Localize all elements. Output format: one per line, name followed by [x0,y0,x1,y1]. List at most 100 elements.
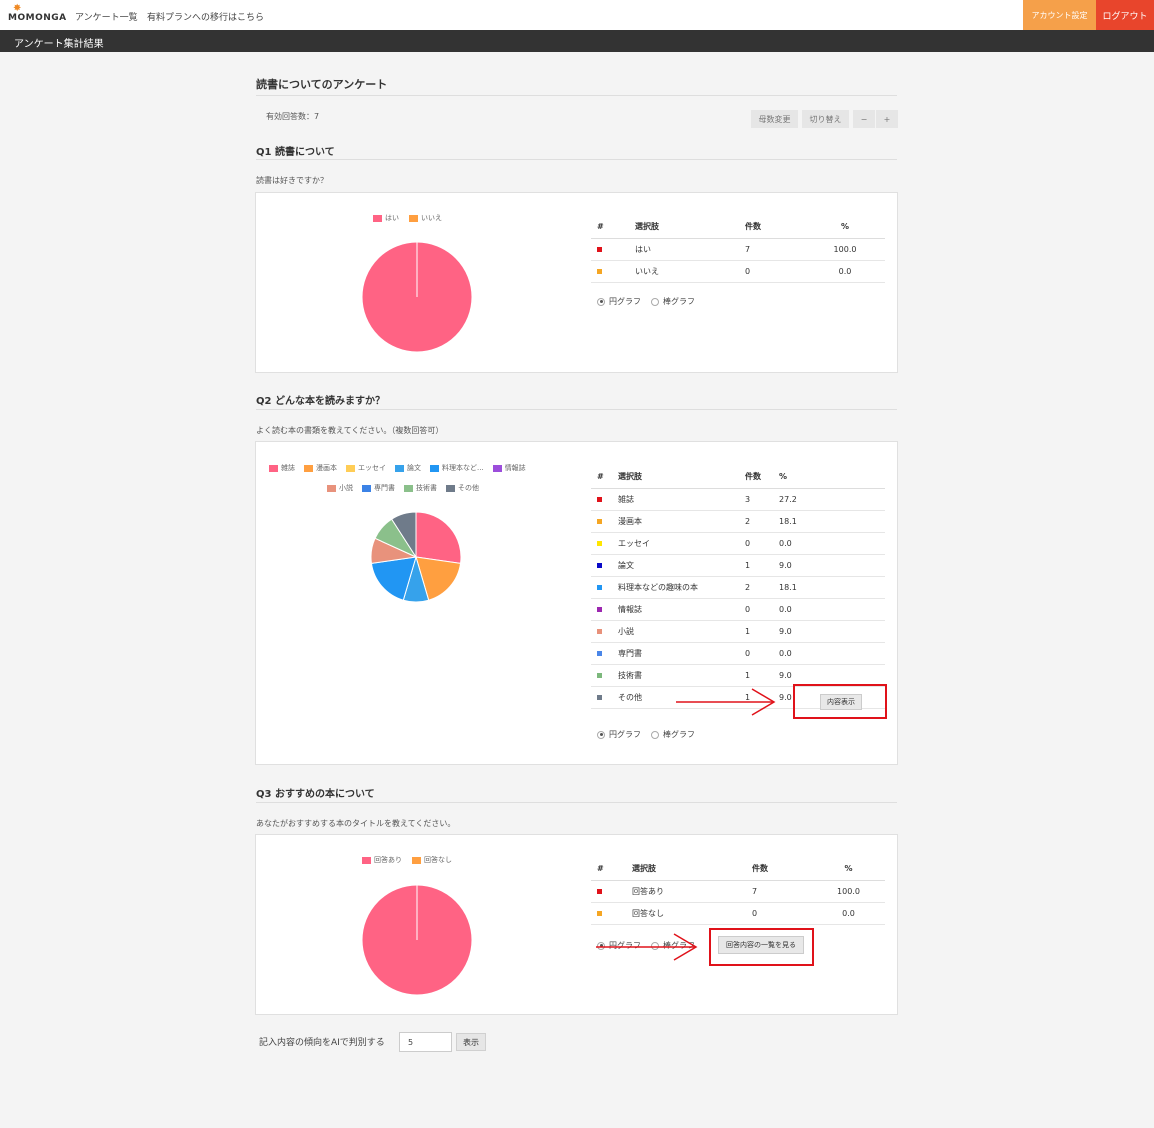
choice-label: 小説 [618,620,745,643]
question-title: Q3 おすすめの本について [256,789,375,800]
color-marker [597,694,602,700]
choice-percent: 0.0 [812,902,885,925]
choice-percent: 9.0 [779,620,885,643]
highlight-box [793,684,887,719]
divider [256,409,897,410]
choice-label: 料理本などの趣味の本 [618,576,745,599]
table-row: エッセイ 0 0.0 [591,532,885,555]
legend-label: その他 [458,484,479,492]
legend-swatch [362,856,371,864]
choice-count: 1 [745,620,779,643]
column-header: % [779,466,885,489]
bar-chart-radio[interactable] [651,730,659,739]
legend-label: 漫画本 [316,464,337,472]
color-marker [597,540,602,546]
legend-swatch [395,464,404,472]
legend-label: 雑誌 [281,464,295,472]
divider [256,95,897,96]
pie-chart [361,241,473,353]
logout-button[interactable]: ログアウト [1096,0,1154,30]
column-header: 件数 [745,216,805,239]
choice-label: 論文 [618,554,745,577]
choice-percent: 0.0 [779,532,885,555]
choice-percent: 0.0 [805,260,885,283]
choice-count: 0 [745,598,779,621]
zoom-out-button[interactable]: − [853,110,875,128]
legend-item[interactable]: 情報誌 [492,463,526,473]
zoom-in-button[interactable]: + [876,110,898,128]
column-header: # [591,216,635,239]
pie-slice[interactable] [415,511,462,564]
results-table: # 選択肢 件数 % はい 7 100.0 いいえ 0 0.0 [591,216,885,283]
choice-percent: 27.2 [779,488,885,511]
annotation-arrow [676,688,776,716]
legend-swatch [304,464,313,472]
color-marker [597,910,602,916]
pie-chart-radio[interactable] [597,297,605,306]
legend-item[interactable]: 小説 [327,483,353,493]
choice-percent: 0.0 [779,598,885,621]
pie-chart [361,884,473,996]
legend-item[interactable]: 回答あり [362,855,402,865]
legend-label: 小説 [339,484,353,492]
column-header: % [812,858,885,881]
color-marker [597,518,602,524]
legend-label: 回答なし [424,856,452,864]
legend-item[interactable]: 技術書 [404,483,437,493]
change-denominator-button[interactable]: 母数変更 [751,110,798,128]
legend-item[interactable]: はい [373,213,399,223]
choice-percent: 9.0 [779,664,885,687]
bar-chart-radio[interactable] [651,297,659,306]
pie-chart-radio[interactable] [597,730,605,739]
nav-link-survey-list[interactable]: アンケート一覧 [75,10,138,23]
ai-show-button[interactable]: 表示 [456,1033,486,1051]
color-marker [597,268,602,274]
legend-label: はい [385,214,399,222]
question-description: 読書は好きですか？ [256,176,328,185]
ai-analysis-label: 記入内容の傾向をAIで判別する [259,1038,385,1048]
choice-percent: 18.1 [779,510,885,533]
divider [256,159,897,160]
legend-label: 専門書 [374,484,395,492]
legend-item[interactable]: 雑誌 [269,463,295,473]
choice-count: 3 [745,488,779,511]
account-settings-button[interactable]: アカウント設定 [1023,0,1096,30]
color-marker [597,650,602,656]
legend-item[interactable]: 漫画本 [304,463,337,473]
legend-swatch [269,464,278,472]
highlight-box [709,928,814,966]
table-row: 回答なし 0 0.0 [591,902,885,925]
choice-count: 0 [745,532,779,555]
ai-count-input[interactable]: 5 [399,1032,452,1052]
legend-item[interactable]: その他 [446,483,479,493]
legend-swatch [409,214,418,222]
question-panel: 回答あり 回答なし # 選択肢 件数 % 回答あり 7 100.0 回答なし 0… [255,834,898,1015]
question-description: よく読む本の書類を教えてください。（複数回答可） [256,426,444,435]
momonga-logo[interactable]: ✸ MOMONGA [8,4,66,26]
column-header: 件数 [752,858,812,881]
legend-item[interactable]: エッセイ [346,463,386,473]
legend-swatch [327,484,336,492]
choice-count: 1 [745,554,779,577]
legend-swatch [362,484,371,492]
choice-label: いいえ [635,260,745,283]
table-row: 専門書 0 0.0 [591,642,885,665]
question-description: あなたがおすすめする本のタイトルを教えてください。 [256,819,456,828]
legend-item[interactable]: 回答なし [412,855,452,865]
legend-item[interactable]: 論文 [395,463,421,473]
chart-legend: 雑誌 漫画本 エッセイ 論文 料理本など... 情報誌 [269,463,526,473]
legend-swatch [346,464,355,472]
choice-count: 2 [745,510,779,533]
color-marker [597,562,602,568]
column-header: 選択肢 [635,216,745,239]
legend-item[interactable]: 専門書 [362,483,395,493]
toggle-button[interactable]: 切り替え [802,110,849,128]
legend-item[interactable]: 料理本など... [430,463,484,473]
choice-label: 雑誌 [618,488,745,511]
table-row: 雑誌 3 27.2 [591,488,885,511]
nav-link-upgrade[interactable]: 有料プランへの移行はこちら [147,10,264,23]
legend-item[interactable]: いいえ [409,213,442,223]
column-header: 選択肢 [618,466,745,489]
chart-type-toggle: 円グラフ 棒グラフ [597,296,695,307]
choice-count: 7 [745,238,805,261]
